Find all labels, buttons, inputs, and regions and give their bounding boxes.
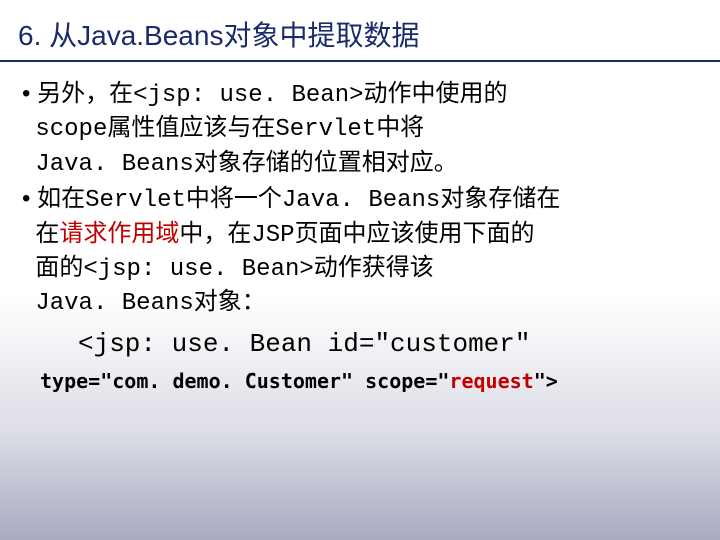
code-text: "> [534, 369, 558, 393]
text: 对象存储在 [440, 185, 560, 212]
bullet-item: • 另外，在<jsp: use. Bean>动作中使用的 scope属性值应该与… [22, 78, 698, 181]
bullet-item: • 如在Servlet中将一个Java. Beans对象存储在 在请求作用域中，… [22, 183, 698, 321]
code-text: JSP [251, 222, 294, 249]
code-text: Servlet [85, 187, 186, 214]
code-text: Java. Beans [282, 187, 440, 214]
code-text: <jsp: use. Bean> [83, 256, 313, 283]
text: 动作获得该 [314, 254, 434, 281]
text: 另外，在 [37, 80, 133, 107]
bullet-mark: • [22, 183, 37, 215]
text: 面的 [35, 254, 83, 281]
text: 中将一个 [186, 185, 282, 212]
text: 中将 [376, 114, 424, 141]
text: 属性值应该与在 [107, 114, 275, 141]
code-text: scope [35, 116, 107, 143]
code-text: <jsp: use. Bean> [133, 82, 363, 109]
bullet-mark: • [22, 78, 37, 110]
text: 动作中使用的 [364, 80, 508, 107]
code-line: <jsp: use. Bean id="customer" [22, 327, 698, 362]
code-text: Servlet [275, 116, 376, 143]
text: 在 [35, 220, 59, 247]
code-text: type="com. demo. Customer" scope=" [40, 369, 449, 393]
text: 如在 [37, 185, 85, 212]
code-highlight: request [449, 369, 533, 393]
highlight-text: 请求作用域 [59, 220, 179, 247]
text: 中，在 [179, 220, 251, 247]
text: 页面中应该使用下面的 [295, 220, 535, 247]
slide-title: 6. 从Java.Beans对象中提取数据 [0, 0, 720, 62]
code-text: Java. Beans [35, 151, 193, 178]
slide-body: • 另外，在<jsp: use. Bean>动作中使用的 scope属性值应该与… [0, 74, 720, 395]
code-line: type="com. demo. Customer" scope="reques… [22, 368, 698, 395]
text: 对象存储的位置相对应。 [194, 149, 458, 176]
text: 对象： [194, 288, 266, 315]
code-text: Java. Beans [35, 290, 193, 317]
